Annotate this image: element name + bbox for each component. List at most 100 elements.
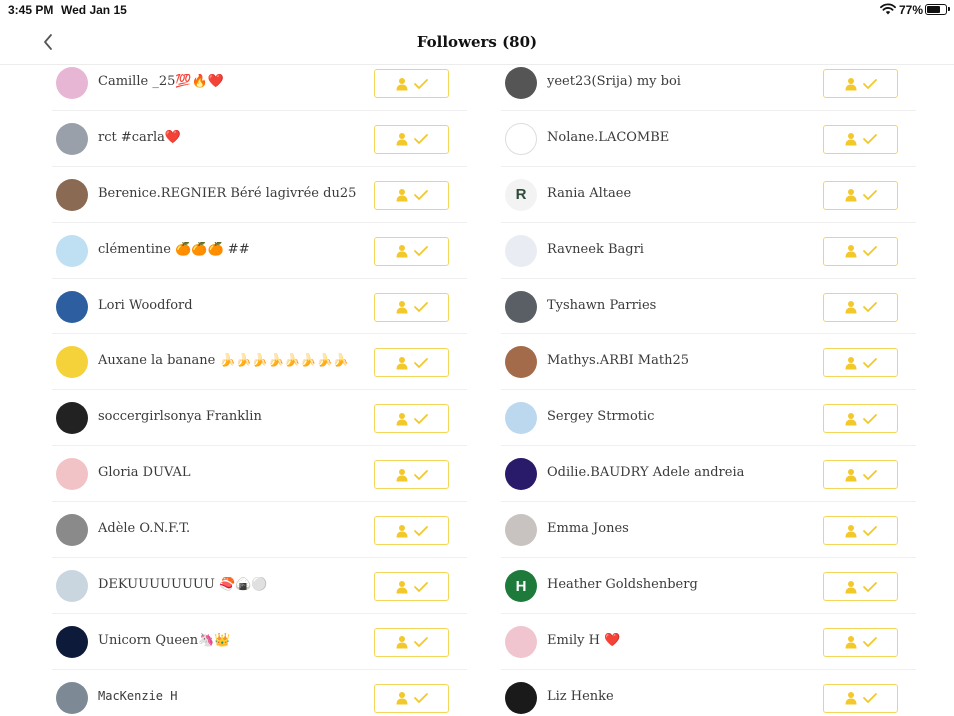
avatar[interactable] (505, 458, 537, 491)
follower-name[interactable]: Tyshawn Parries (547, 298, 656, 313)
avatar[interactable] (505, 122, 537, 155)
avatar[interactable] (56, 514, 88, 547)
checkmark-icon (862, 693, 877, 704)
following-button[interactable] (374, 348, 449, 378)
person-icon (845, 412, 856, 426)
follower-name[interactable]: Adèle O.N.F.T. (98, 521, 190, 536)
following-button[interactable] (374, 236, 449, 266)
following-button[interactable] (823, 516, 898, 546)
follower-name[interactable]: Lori Woodford (98, 298, 193, 313)
follower-name[interactable]: Nolane.LACOMBE (547, 130, 669, 145)
following-button[interactable] (374, 69, 449, 98)
following-button[interactable] (374, 460, 449, 490)
avatar[interactable] (56, 458, 88, 491)
avatar[interactable] (505, 402, 537, 435)
follower-name[interactable]: DEKUUUUUUUU 🍣🍙⚪ (98, 577, 268, 592)
following-button[interactable] (374, 124, 449, 154)
follower-row[interactable]: Unicorn Queen🦄👑 (52, 614, 467, 670)
follower-name[interactable]: Berenice.REGNIER Béré lagivrée du25 (98, 186, 356, 201)
follower-name[interactable]: clémentine 🍊🍊🍊 ## (98, 242, 250, 257)
follower-row[interactable]: DEKUUUUUUUU 🍣🍙⚪ (52, 558, 467, 614)
follower-row[interactable]: MacKenzie H (52, 670, 467, 716)
avatar[interactable] (56, 570, 88, 603)
follower-name[interactable]: soccergirlsonya Franklin (98, 409, 262, 424)
follower-name[interactable]: Emma Jones (547, 521, 629, 536)
following-button[interactable] (823, 627, 898, 657)
follower-name[interactable]: Liz Henke (547, 689, 614, 704)
following-button[interactable] (823, 404, 898, 434)
follower-name[interactable]: Gloria DUVAL (98, 465, 191, 480)
following-button[interactable] (374, 627, 449, 657)
follower-row[interactable]: Emma Jones (501, 502, 916, 559)
avatar[interactable] (505, 346, 537, 379)
avatar[interactable] (56, 346, 88, 379)
person-icon (845, 524, 856, 538)
follower-row[interactable]: Sergey Strmotic (501, 390, 916, 447)
avatar[interactable] (56, 234, 88, 267)
following-button[interactable] (823, 683, 898, 713)
following-button[interactable] (823, 124, 898, 154)
avatar[interactable] (505, 681, 537, 714)
follower-row[interactable]: Liz Henke (501, 670, 916, 716)
follower-name[interactable]: Emily H ❤️ (547, 633, 620, 648)
follower-row[interactable]: Adèle O.N.F.T. (52, 502, 467, 559)
avatar[interactable] (505, 234, 537, 267)
avatar[interactable] (505, 290, 537, 323)
avatar[interactable] (56, 178, 88, 211)
following-button[interactable] (374, 516, 449, 546)
avatar[interactable] (56, 290, 88, 323)
follower-row[interactable]: Odilie.BAUDRY Adele andreia (501, 446, 916, 503)
avatar[interactable] (56, 67, 88, 99)
avatar[interactable] (56, 402, 88, 435)
following-button[interactable] (374, 683, 449, 713)
follower-row[interactable]: Ravneek Bagri (501, 223, 916, 279)
follower-row[interactable]: Tyshawn Parries (501, 279, 916, 335)
avatar[interactable] (505, 625, 537, 658)
following-button[interactable] (374, 180, 449, 210)
follower-name[interactable]: rct #carla❤️ (98, 130, 181, 145)
avatar[interactable]: R (505, 178, 537, 211)
follower-row[interactable]: rct #carla❤️ (52, 111, 467, 167)
person-icon (845, 133, 856, 146)
following-button[interactable] (374, 292, 449, 322)
follower-name[interactable]: Unicorn Queen🦄👑 (98, 633, 230, 648)
follower-row[interactable]: Berenice.REGNIER Béré lagivrée du25 (52, 167, 467, 223)
follower-row[interactable]: soccergirlsonya Franklin (52, 390, 467, 447)
following-button[interactable] (823, 236, 898, 266)
avatar[interactable] (505, 514, 537, 547)
following-button[interactable] (823, 348, 898, 378)
follower-row[interactable]: Emily H ❤️ (501, 614, 916, 670)
avatar[interactable] (505, 67, 537, 99)
following-button[interactable] (823, 460, 898, 490)
follower-name[interactable]: Mathys.ARBI Math25 (547, 353, 689, 368)
following-button[interactable] (823, 292, 898, 322)
follower-row[interactable]: H Heather Goldshenberg (501, 558, 916, 614)
follower-row[interactable]: Auxane la banane 🍌🍌🍌🍌🍌🍌🍌🍌 (52, 334, 467, 391)
follower-name[interactable]: yeet23(Srija) my boi (547, 74, 681, 89)
follower-name[interactable]: MacKenzie H (98, 689, 177, 703)
follower-name[interactable]: Sergey Strmotic (547, 409, 654, 424)
follower-row[interactable]: Gloria DUVAL (52, 446, 467, 503)
avatar[interactable] (56, 625, 88, 658)
following-button[interactable] (823, 69, 898, 98)
follower-row[interactable]: Nolane.LACOMBE (501, 111, 916, 167)
follower-name[interactable]: Camille _25💯🔥❤️ (98, 74, 224, 89)
follower-row[interactable]: Camille _25💯🔥❤️ (52, 55, 467, 111)
follower-row[interactable]: Lori Woodford (52, 279, 467, 335)
follower-row[interactable]: Mathys.ARBI Math25 (501, 334, 916, 391)
follower-name[interactable]: Auxane la banane 🍌🍌🍌🍌🍌🍌🍌🍌 (98, 353, 349, 368)
following-button[interactable] (823, 180, 898, 210)
follower-name[interactable]: Odilie.BAUDRY Adele andreia (547, 465, 744, 480)
follower-name[interactable]: Rania Altaee (547, 186, 631, 201)
avatar[interactable] (56, 122, 88, 155)
follower-row[interactable]: clémentine 🍊🍊🍊 ## (52, 223, 467, 279)
follower-name[interactable]: Ravneek Bagri (547, 242, 644, 257)
following-button[interactable] (374, 404, 449, 434)
avatar[interactable] (56, 681, 88, 714)
follower-row[interactable]: R Rania Altaee (501, 167, 916, 223)
follower-row[interactable]: yeet23(Srija) my boi (501, 55, 916, 111)
follower-name[interactable]: Heather Goldshenberg (547, 577, 698, 592)
following-button[interactable] (374, 572, 449, 602)
avatar[interactable]: H (505, 570, 537, 603)
following-button[interactable] (823, 572, 898, 602)
